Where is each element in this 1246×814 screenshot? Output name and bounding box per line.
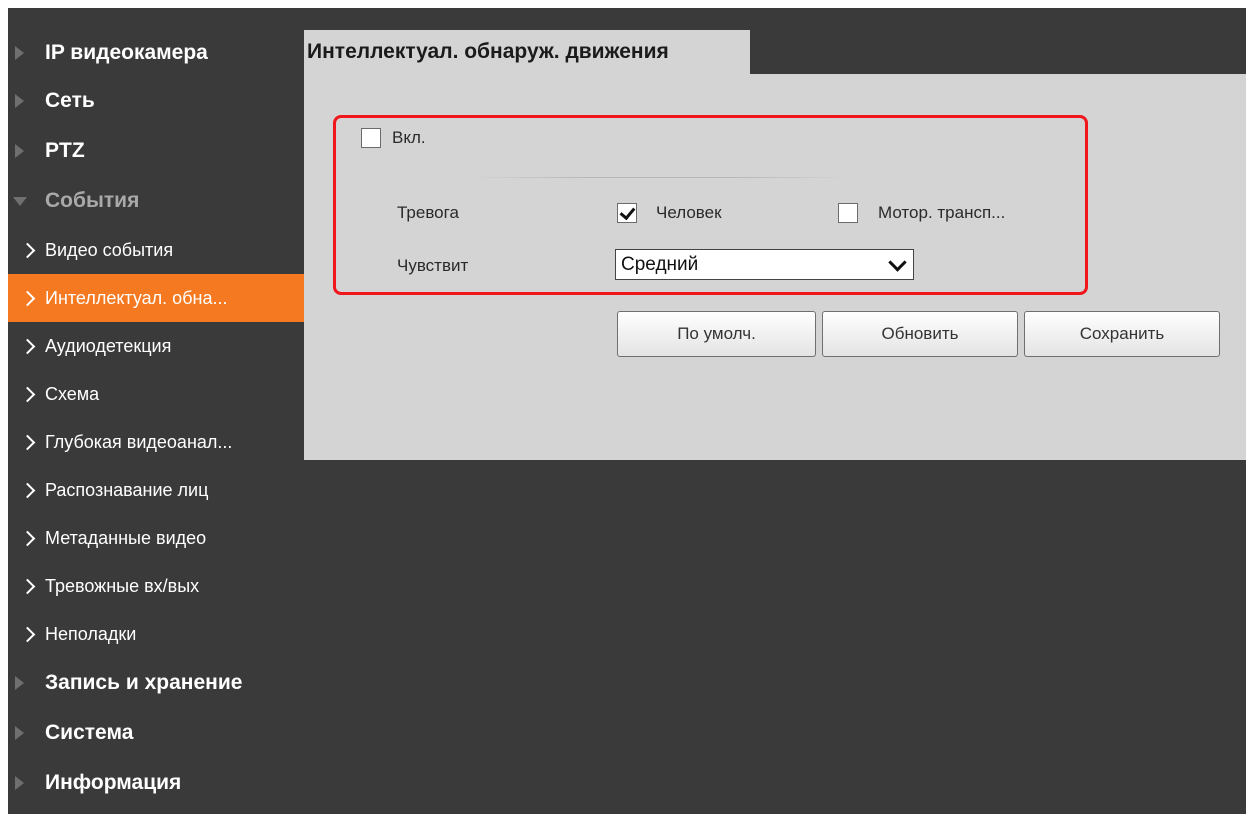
sidebar-item-label: Система xyxy=(45,721,134,744)
tab-smart-motion-detection[interactable]: Интеллектуал. обнаруж. движения xyxy=(304,30,750,74)
chevron-right-icon xyxy=(19,530,36,547)
expand-arrow-icon xyxy=(15,676,24,690)
sidebar-subitem-label: Аудиодетекция xyxy=(45,335,172,356)
sidebar-item-label: Информация xyxy=(45,771,182,794)
sidebar-subitem-video-metadata[interactable]: Метаданные видео xyxy=(8,514,304,562)
sidebar-item-label: Сеть xyxy=(45,89,95,112)
sidebar-subitem-deep-video-analytics[interactable]: Глубокая видеоанал... xyxy=(8,418,304,466)
sidebar-subitem-label: Видео события xyxy=(45,239,174,260)
sidebar-subitem-face-recognition[interactable]: Распознавание лиц xyxy=(8,466,304,514)
divider xyxy=(470,177,850,178)
sidebar-subitem-label: Распознавание лиц xyxy=(45,479,209,500)
motor-vehicle-label: Мотор. трансп... xyxy=(878,203,1006,222)
expand-arrow-icon xyxy=(15,144,24,158)
sidebar-subitem-smart-motion-detection[interactable]: Интеллектуал. обна... xyxy=(8,274,304,322)
sidebar-subitem-label: Схема xyxy=(45,383,100,404)
chevron-right-icon xyxy=(19,626,36,643)
sidebar-subitem-abnormality[interactable]: Неполадки xyxy=(8,610,304,658)
chevron-down-icon xyxy=(888,253,907,272)
sidebar-subitem-label: Глубокая видеоанал... xyxy=(45,431,233,452)
refresh-button[interactable]: Обновить xyxy=(822,311,1018,357)
sidebar-item-network[interactable]: Сеть xyxy=(8,76,304,126)
human-checkbox[interactable] xyxy=(617,203,637,223)
checkmark-icon xyxy=(619,203,636,221)
sidebar-subitem-label: Интеллектуал. обна... xyxy=(45,287,228,308)
sidebar-subitem-label: Метаданные видео xyxy=(45,527,207,548)
sidebar-item-ptz[interactable]: PTZ xyxy=(8,126,304,176)
sidebar-subitem-label: Неполадки xyxy=(45,623,137,644)
chevron-right-icon xyxy=(19,578,36,595)
tab-bar: Интеллектуал. обнаруж. движения xyxy=(304,30,1246,74)
sidebar-item-ip-camera[interactable]: IP видеокамера xyxy=(8,30,304,76)
sidebar-item-system[interactable]: Система xyxy=(8,708,304,758)
sidebar-nav: IP видеокамера Сеть PTZ События Видео со… xyxy=(8,30,304,808)
sidebar-subitem-scheme[interactable]: Схема xyxy=(8,370,304,418)
human-label: Человек xyxy=(656,203,722,222)
chevron-right-icon xyxy=(19,434,36,451)
collapse-arrow-icon xyxy=(13,197,27,206)
expand-arrow-icon xyxy=(15,94,24,108)
enable-checkbox[interactable] xyxy=(361,128,381,148)
chevron-right-icon xyxy=(19,386,36,403)
sidebar-subitem-alarm-io[interactable]: Тревожные вх/вых xyxy=(8,562,304,610)
sidebar-item-label: PTZ xyxy=(45,139,85,162)
sidebar-item-information[interactable]: Информация xyxy=(8,758,304,808)
sensitivity-label: Чувствит xyxy=(397,256,469,275)
sidebar-subitem-audio-detection[interactable]: Аудиодетекция xyxy=(8,322,304,370)
chevron-right-icon xyxy=(19,482,36,499)
expand-arrow-icon xyxy=(15,776,24,790)
sensitivity-select[interactable]: Средний xyxy=(615,249,914,280)
chevron-right-icon xyxy=(19,242,36,259)
sidebar-item-events[interactable]: События xyxy=(8,176,304,226)
chevron-right-icon xyxy=(19,290,36,307)
sidebar-item-label: Запись и хранение xyxy=(45,671,243,694)
sidebar-subitem-video-events[interactable]: Видео события xyxy=(8,226,304,274)
sidebar-item-record-storage[interactable]: Запись и хранение xyxy=(8,658,304,708)
enable-label: Вкл. xyxy=(392,128,426,147)
save-button[interactable]: Сохранить xyxy=(1024,311,1220,357)
chevron-right-icon xyxy=(19,338,36,355)
motor-vehicle-checkbox[interactable] xyxy=(838,203,858,223)
expand-arrow-icon xyxy=(15,726,24,740)
expand-arrow-icon xyxy=(15,46,24,60)
alarm-label: Тревога xyxy=(397,203,459,222)
sidebar-item-label: IP видеокамера xyxy=(45,41,208,64)
sidebar-item-label: События xyxy=(45,189,140,212)
sensitivity-value: Средний xyxy=(621,253,699,275)
sidebar-subitem-label: Тревожные вх/вых xyxy=(45,575,200,596)
default-button[interactable]: По умолч. xyxy=(617,311,816,357)
